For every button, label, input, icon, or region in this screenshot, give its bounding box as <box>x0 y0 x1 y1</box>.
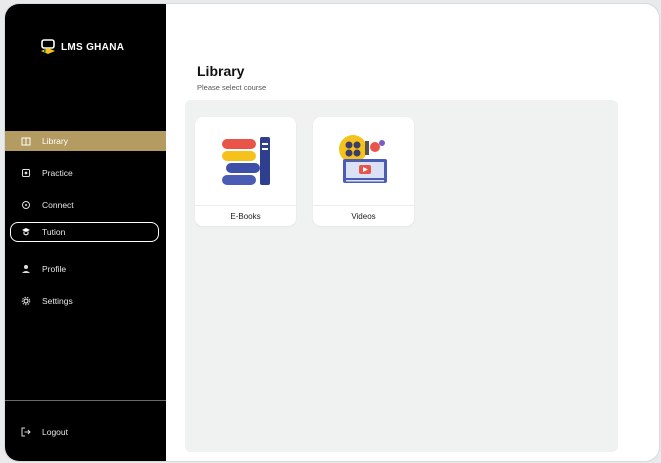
video-icon <box>313 117 414 205</box>
videos-card[interactable]: Videos <box>313 117 414 226</box>
sidebar-item-settings[interactable]: Settings <box>5 291 166 311</box>
brand-logo[interactable]: LMS GHANA <box>39 39 124 55</box>
sidebar-item-tution[interactable]: Tution <box>10 222 159 242</box>
sidebar-item-label: Practice <box>42 168 73 178</box>
sidebar-item-label: Settings <box>42 296 73 306</box>
sidebar-item-practice[interactable]: Practice <box>5 163 166 183</box>
sidebar-item-label: Tution <box>42 227 66 237</box>
connect-icon <box>20 200 32 210</box>
sidebar-item-label: Library <box>42 136 68 146</box>
page-title: Library <box>197 63 245 79</box>
card-label: E-Books <box>195 205 296 226</box>
logout-button[interactable]: Logout <box>5 422 166 442</box>
logout-label: Logout <box>42 427 68 437</box>
sidebar-item-profile[interactable]: Profile <box>5 259 166 279</box>
logout-icon <box>20 427 32 437</box>
sidebar-divider <box>5 400 166 401</box>
sidebar-item-label: Profile <box>42 264 67 274</box>
book-icon <box>20 136 32 146</box>
graduation-cap-icon <box>41 39 55 54</box>
gear-icon <box>20 296 32 306</box>
sidebar-item-label: Connect <box>42 200 74 210</box>
sidebar-item-library[interactable]: Library <box>5 131 166 151</box>
content-panel: E-Books Videos <box>185 100 618 452</box>
practice-icon <box>20 168 32 178</box>
user-icon <box>20 264 32 274</box>
card-label: Videos <box>313 205 414 226</box>
app-window: LMS GHANA Library Practice Connect Tutio <box>5 4 659 461</box>
sidebar: LMS GHANA Library Practice Connect Tutio <box>5 4 166 461</box>
brand-name: LMS GHANA <box>61 41 125 53</box>
sidebar-item-connect[interactable]: Connect <box>5 195 166 215</box>
books-icon <box>195 117 296 205</box>
graduation-icon <box>20 227 32 237</box>
page-subtitle: Please select course <box>197 83 267 92</box>
ebooks-card[interactable]: E-Books <box>195 117 296 226</box>
